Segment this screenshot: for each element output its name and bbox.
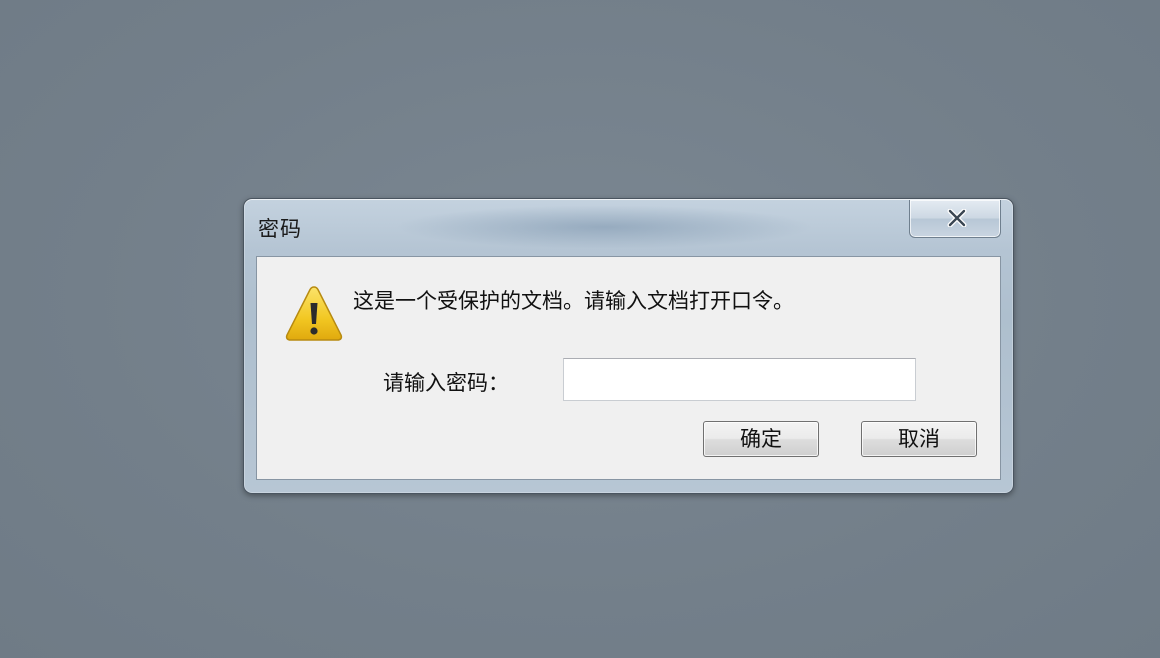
password-label: 请输入密码： xyxy=(383,371,509,395)
ok-button[interactable]: 确定 xyxy=(703,421,819,457)
warning-icon xyxy=(285,286,343,341)
dialog-title: 密码 xyxy=(258,217,302,241)
password-input[interactable] xyxy=(563,358,916,401)
cancel-button[interactable]: 取消 xyxy=(861,421,977,457)
dialog-message: 这是一个受保护的文档。请输入文档打开口令。 xyxy=(353,289,794,313)
title-bar-glass xyxy=(394,205,814,249)
title-bar[interactable]: 密码 xyxy=(244,199,1013,255)
password-dialog: 密码 这是一个受保护的文档。请输入文档打开口令。 请输入密码： 确定 取消 xyxy=(243,198,1014,494)
close-icon xyxy=(947,209,967,227)
close-button[interactable] xyxy=(909,200,1001,238)
dialog-content: 这是一个受保护的文档。请输入文档打开口令。 请输入密码： 确定 取消 xyxy=(256,256,1001,480)
